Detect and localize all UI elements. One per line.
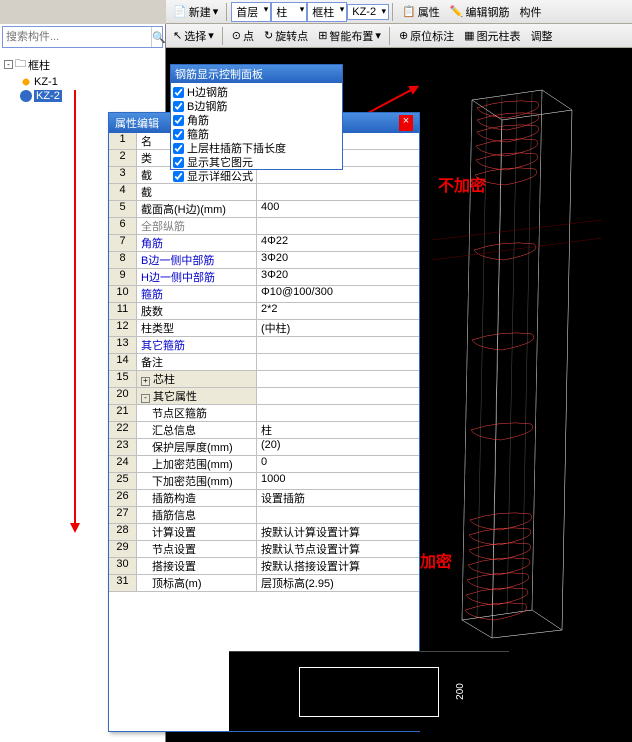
search-box: 🔍 xyxy=(2,26,163,48)
prop-row[interactable]: 28 计算设置按默认计算设置计算 xyxy=(109,524,419,541)
prop-row[interactable]: 31 顶标高(m)层顶标高(2.95) xyxy=(109,575,419,592)
steel-display-panel: 钢筋显示控制面板 H边钢筋B边钢筋角筋箍筋上层柱插筋下插长度显示其它图元显示详细… xyxy=(170,64,343,170)
prop-row[interactable]: 14备注 xyxy=(109,354,419,371)
prop-row[interactable]: 15+ 芯柱 xyxy=(109,371,419,388)
steel-checkbox-item[interactable]: B边钢筋 xyxy=(173,99,340,113)
tree-root[interactable]: -🗀框柱 xyxy=(4,54,161,75)
tree-kz1[interactable]: KZ-1 xyxy=(20,75,161,89)
toolbar-2: ↖选择 ▾ ⊙点 ↻旋转点 ⊞智能布置 ▾ ⊕原位标注 ▦图元柱表 调整 xyxy=(166,24,632,48)
tree-kz2[interactable]: KZ-2 xyxy=(20,89,161,103)
prop-row[interactable]: 26 插筋构造设置插筋 xyxy=(109,490,419,507)
prop-row[interactable]: 6全部纵筋 xyxy=(109,218,419,235)
section-preview: 200 xyxy=(229,651,509,731)
attr-button[interactable]: 📋属性 xyxy=(397,1,445,23)
checkbox[interactable] xyxy=(173,157,184,168)
search-icon[interactable]: 🔍 xyxy=(151,27,166,47)
steel-checkbox-item[interactable]: 箍筋 xyxy=(173,127,340,141)
prop-row[interactable]: 30 搭接设置按默认搭接设置计算 xyxy=(109,558,419,575)
steel-panel-title: 钢筋显示控制面板 xyxy=(171,65,342,83)
prop-row[interactable]: 4截 xyxy=(109,184,419,201)
prop-row[interactable]: 24 上加密范围(mm)0 xyxy=(109,456,419,473)
close-icon[interactable]: × xyxy=(399,115,413,131)
checkbox[interactable] xyxy=(173,115,184,126)
column-3d-view xyxy=(432,80,602,640)
edit-steel-button[interactable]: ✏️编辑钢筋 xyxy=(445,1,515,23)
kz2-dropdown[interactable]: KZ-2 xyxy=(347,4,389,20)
prop-row[interactable]: 23 保护层厚度(mm)(20) xyxy=(109,439,419,456)
adjust-button[interactable]: 调整 xyxy=(526,25,558,47)
prop-row[interactable]: 25 下加密范围(mm)1000 xyxy=(109,473,419,490)
comp-button[interactable]: 构件 xyxy=(514,1,546,23)
prop-row[interactable]: 11肢数2*2 xyxy=(109,303,419,320)
prop-row[interactable]: 5截面高(H边)(mm)400 xyxy=(109,201,419,218)
floor-dropdown[interactable]: 首层 xyxy=(231,2,271,22)
toolbar-1: 📄新建 ▾ 首层 柱 框柱 KZ-2 📋属性 ✏️编辑钢筋 构件 xyxy=(166,0,632,24)
select-button[interactable]: ↖选择 ▾ xyxy=(168,25,219,47)
gear-icon xyxy=(20,76,32,88)
search-input[interactable] xyxy=(3,27,151,47)
rotate-button[interactable]: ↻旋转点 xyxy=(259,25,313,47)
orig-button[interactable]: ⊕原位标注 xyxy=(394,25,459,47)
checkbox[interactable] xyxy=(173,87,184,98)
annotation-arrow xyxy=(74,90,76,530)
checkbox[interactable] xyxy=(173,171,184,182)
prop-row[interactable]: 7角筋4Φ22 xyxy=(109,235,419,252)
point-button[interactable]: ⊙点 xyxy=(227,25,259,47)
checkbox[interactable] xyxy=(173,143,184,154)
steel-checkbox-item[interactable]: 角筋 xyxy=(173,113,340,127)
prop-row[interactable]: 9H边一侧中部筋3Φ20 xyxy=(109,269,419,286)
col-dropdown[interactable]: 柱 xyxy=(271,2,307,22)
table-button[interactable]: ▦图元柱表 xyxy=(459,25,525,47)
steel-checkbox-item[interactable]: 显示其它图元 xyxy=(173,155,340,169)
checkbox[interactable] xyxy=(173,101,184,112)
new-button[interactable]: 📄新建 ▾ xyxy=(168,1,223,23)
gear-icon xyxy=(20,90,32,102)
checkbox[interactable] xyxy=(173,129,184,140)
smart-button[interactable]: ⊞智能布置 ▾ xyxy=(313,25,386,47)
prop-row[interactable]: 27 插筋信息 xyxy=(109,507,419,524)
steel-checkbox-item[interactable]: 显示详细公式 xyxy=(173,169,340,183)
kz-dropdown[interactable]: 框柱 xyxy=(307,2,347,22)
prop-row[interactable]: 8B边一侧中部筋3Φ20 xyxy=(109,252,419,269)
steel-checkbox-item[interactable]: H边钢筋 xyxy=(173,85,340,99)
prop-row[interactable]: 10箍筋Φ10@100/300 xyxy=(109,286,419,303)
prop-row[interactable]: 12柱类型(中柱) xyxy=(109,320,419,337)
prop-row[interactable]: 22 汇总信息柱 xyxy=(109,422,419,439)
property-grid: 属性编辑 × 1名2类3截4截5截面高(H边)(mm)4006全部纵筋7角筋4Φ… xyxy=(108,112,420,732)
prop-row[interactable]: 21 节点区箍筋 xyxy=(109,405,419,422)
tree: -🗀框柱 KZ-1 KZ-2 xyxy=(0,50,165,107)
prop-row[interactable]: 13其它箍筋 xyxy=(109,337,419,354)
prop-row[interactable]: 29 节点设置按默认节点设置计算 xyxy=(109,541,419,558)
prop-row[interactable]: 20- 其它属性 xyxy=(109,388,419,405)
steel-checkbox-item[interactable]: 上层柱插筋下插长度 xyxy=(173,141,340,155)
